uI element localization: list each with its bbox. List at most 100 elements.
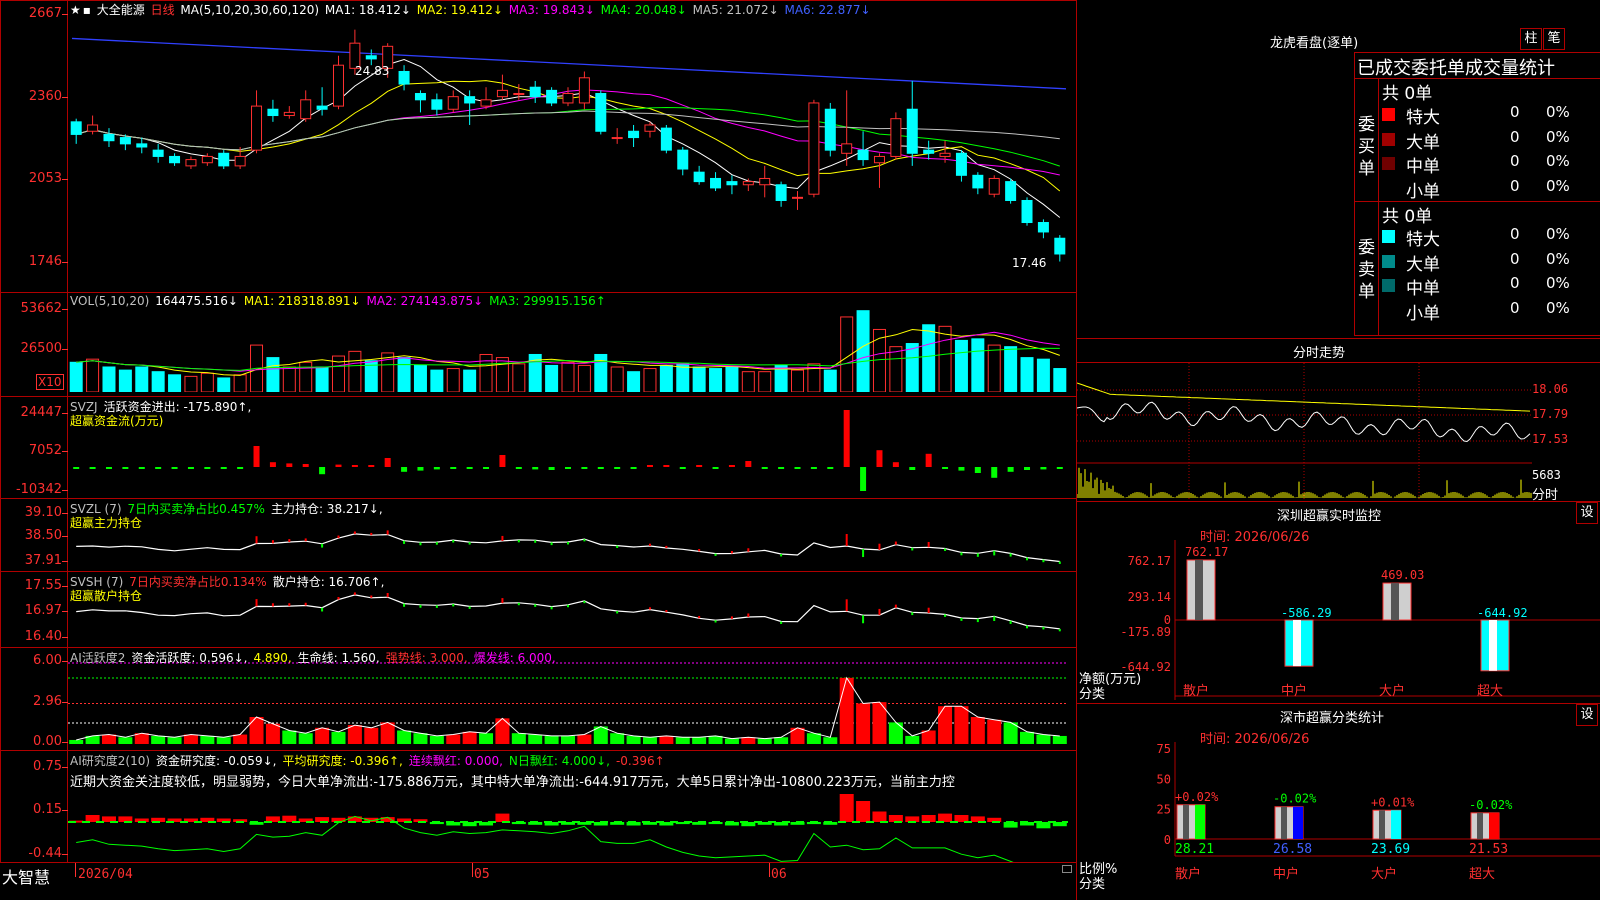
flow-bar [483,467,490,469]
activity-bar [167,737,182,744]
fenshi-top-line [1077,338,1600,339]
candle-body [1005,181,1017,201]
classify-value-label: 23.69 [1371,842,1410,857]
candle-body [923,149,935,154]
bottom-axis [0,863,1077,900]
volume-bar [463,369,477,392]
fenshi-title: 分时走势 [1293,346,1346,361]
candle-body [480,99,492,107]
flow-bar [450,467,457,469]
ai-activity-chart[interactable] [68,660,1076,750]
candle-body [841,143,853,154]
volume-bar [168,374,182,392]
activity-bar [1020,731,1035,744]
activity-bar [101,734,116,744]
y-tick-label: 1746 [28,254,62,269]
flow-bar [253,446,260,467]
order-row-name: 中单 [1406,157,1440,177]
volume-bar [938,325,952,392]
classify-category-label: 中户 [1273,866,1299,882]
research-bar [938,813,953,822]
candle-body [316,105,328,110]
y-tick-label: 17.55 [24,578,62,593]
volume-bar [512,363,526,392]
flow-bar [974,467,981,473]
y-tick-label: 2667 [28,6,62,21]
volume-bar [643,368,657,392]
candle-body [742,181,754,186]
classify-bar-color [1391,810,1401,839]
order-size-color-swatch [1382,132,1395,146]
classify-settings-button[interactable]: 设 [1576,704,1598,726]
research-bar [495,813,510,822]
order-row-name: 大单 [1406,132,1440,153]
monitor-value-label: 762.17 [1185,545,1228,559]
activity-bar [331,731,346,744]
classify-bar-color [1293,806,1303,839]
order-row-count: 0 [1510,298,1520,317]
monitor-category-label: 超大 [1477,684,1503,699]
candle-body [1054,237,1066,255]
star-icon[interactable]: ★ [70,3,81,17]
intraday-chart[interactable] [1077,363,1600,500]
flow-bar [630,467,637,469]
volume-bar [791,369,805,392]
candlestick-chart[interactable] [68,18,1076,276]
classify-bar-shade [1281,806,1287,839]
activity-bar [905,735,920,744]
month-05-label: 05 [474,867,490,882]
candle-body [972,174,984,189]
holding-line [76,594,1060,630]
bar-mode-button[interactable]: 柱 [1520,28,1542,50]
order-size-color-swatch [1382,230,1395,243]
order-row-count: 0 [1510,127,1520,146]
y-tick-label: 2360 [28,89,62,104]
flow-bar [466,467,473,469]
candle-body [775,184,787,201]
monitor-bar-chart[interactable]: 762.17293.140-175.89-644.92762.17散户-586.… [1077,540,1600,700]
intraday-y-tick: 17.79 [1532,407,1569,421]
order-size-color-swatch [1382,303,1395,317]
ai-research-chart[interactable] [68,762,1076,862]
candle-body [464,96,476,104]
monitor-settings-button[interactable]: 设 [1576,502,1598,524]
classify-bar-chart[interactable]: 75 50 25 0 +0.02% 28.21 散户 -0.02% 26.58 中户 +0.01% 2… [1077,742,1600,900]
flow-bar [548,467,555,470]
activity-bar [577,734,592,744]
svsh-chart[interactable] [68,585,1076,645]
tick-mode-button[interactable]: 笔 [1543,28,1565,50]
flow-bar [335,464,342,467]
activity-bar [659,735,674,744]
flow-bar [351,465,358,467]
volume-bar [709,368,723,392]
tick-mark [769,863,770,877]
svzl-chart[interactable] [68,510,1076,570]
svzj-chart[interactable] [68,410,1076,496]
classify-title: 深市超赢分类统计 [1280,711,1385,726]
volume-bar [987,344,1001,392]
volume-bar [430,369,444,392]
candle-body [496,89,508,98]
candle-body [447,96,459,110]
activity-bar [774,737,789,744]
volume-bar [86,358,100,392]
candle-body [808,102,820,195]
flow-bar [614,467,621,469]
candle-body [562,93,574,104]
volume-chart[interactable] [68,306,1076,392]
volume-bar [627,371,641,392]
y-tick-label: 6.00 [33,653,62,668]
flow-bar [220,467,227,469]
volume-bar [102,366,116,392]
volume-bar [1004,346,1018,392]
lock-icon[interactable] [1062,865,1072,873]
volume-bar [889,346,903,392]
candle-body [873,155,885,164]
monitor-value-label: -644.92 [1477,606,1528,620]
flow-bar [401,467,408,472]
volume-bar [1036,358,1050,392]
period-label[interactable]: 日线 [151,3,175,17]
activity-bar [462,731,477,744]
candle-body [251,105,263,151]
flow-bar [581,467,588,469]
